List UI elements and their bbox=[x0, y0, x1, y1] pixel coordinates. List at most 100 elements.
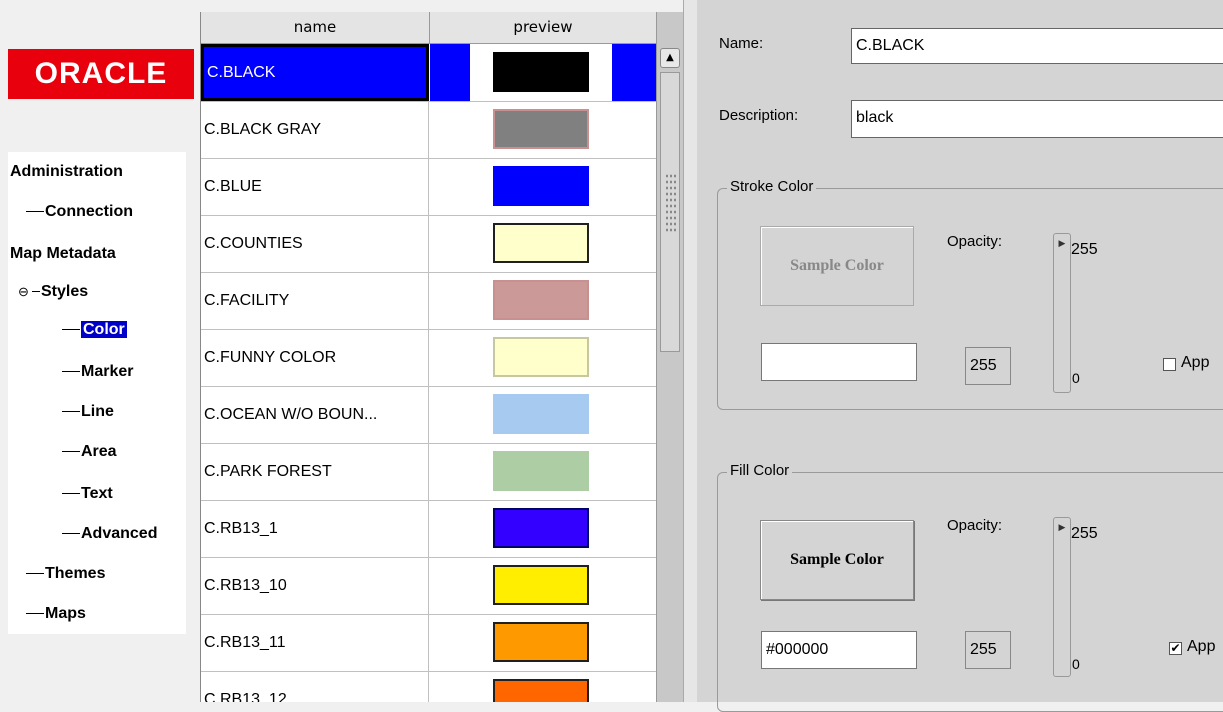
preview-cell bbox=[430, 614, 657, 671]
tree-item-label: Map Metadata bbox=[10, 245, 116, 262]
style-name-cell: C.OCEAN W/O BOUN... bbox=[201, 386, 429, 443]
stroke-opacity-label: Opacity: bbox=[947, 233, 1003, 250]
stroke-apply-label: App bbox=[1181, 354, 1210, 371]
table-row[interactable]: C.BLACK bbox=[201, 44, 657, 102]
tree-item-area[interactable]: Area bbox=[62, 440, 117, 464]
stroke-sample-color-button[interactable]: Sample Color bbox=[760, 226, 914, 306]
table-row[interactable]: C.BLACK GRAY bbox=[201, 101, 657, 159]
navigation-panel: ORACLE Administration Connection Map Met… bbox=[0, 0, 200, 702]
tree-connector bbox=[26, 613, 44, 615]
fill-sample-color-button[interactable]: Sample Color bbox=[760, 520, 914, 600]
tree-item-marker[interactable]: Marker bbox=[62, 360, 133, 384]
oracle-logo: ORACLE bbox=[8, 49, 194, 99]
navigation-tree: Administration Connection Map Metadata ⊖… bbox=[8, 152, 186, 634]
tree-item-label: Area bbox=[81, 443, 117, 460]
scrollbar-thumb[interactable] bbox=[660, 72, 680, 352]
description-label: Description: bbox=[719, 107, 799, 124]
description-field[interactable]: black bbox=[851, 100, 1223, 138]
slider-knob-icon[interactable]: ▶ bbox=[1055, 236, 1069, 250]
table-scrollbar[interactable]: ▲ bbox=[656, 12, 684, 702]
preview-cell bbox=[430, 101, 657, 158]
tree-connector bbox=[62, 533, 80, 535]
table-row[interactable]: C.OCEAN W/O BOUN... bbox=[201, 386, 657, 444]
name-field[interactable]: C.BLACK bbox=[851, 28, 1223, 64]
tree-item-connection[interactable]: Connection bbox=[26, 200, 133, 224]
color-swatch bbox=[493, 679, 589, 702]
tree-item-administration[interactable]: Administration bbox=[10, 160, 123, 184]
style-name-cell: C.RB13_10 bbox=[201, 557, 429, 614]
style-name-cell: C.COUNTIES bbox=[201, 215, 429, 272]
preview-cell bbox=[430, 500, 657, 557]
stroke-color-field[interactable] bbox=[761, 343, 917, 381]
color-swatch bbox=[493, 508, 589, 548]
table-row[interactable]: C.COUNTIES bbox=[201, 215, 657, 273]
style-name-cell: C.FACILITY bbox=[201, 272, 429, 329]
column-header-preview[interactable]: preview bbox=[430, 12, 657, 43]
fill-color-field[interactable]: #000000 bbox=[761, 631, 917, 669]
stroke-slider-max: 255 bbox=[1071, 241, 1098, 258]
preview-cell bbox=[430, 44, 657, 101]
style-name-cell: C.BLUE bbox=[201, 158, 429, 215]
preview-cell bbox=[430, 671, 657, 702]
style-name-cell: C.BLACK GRAY bbox=[201, 101, 429, 158]
scroll-up-icon[interactable]: ▲ bbox=[660, 48, 680, 68]
color-swatch bbox=[493, 166, 589, 206]
tree-item-styles[interactable]: ⊖ Styles bbox=[18, 280, 88, 304]
preview-cell bbox=[430, 215, 657, 272]
stroke-opacity-slider[interactable]: ▶ bbox=[1053, 233, 1071, 393]
preview-cell bbox=[430, 329, 657, 386]
tree-item-label: Themes bbox=[45, 565, 106, 582]
style-name-cell: C.RB13_11 bbox=[201, 614, 429, 671]
tree-item-label: Maps bbox=[45, 605, 86, 622]
preview-cell bbox=[430, 557, 657, 614]
style-name-cell: C.BLACK bbox=[201, 44, 429, 101]
color-swatch bbox=[493, 394, 589, 434]
table-row[interactable]: C.RB13_10 bbox=[201, 557, 657, 615]
fill-color-title: Fill Color bbox=[727, 462, 793, 479]
table-row[interactable]: C.PARK FOREST bbox=[201, 443, 657, 501]
tree-item-label: Styles bbox=[41, 283, 89, 300]
color-swatch bbox=[493, 337, 589, 377]
fill-opacity-label: Opacity: bbox=[947, 517, 1003, 534]
color-swatch bbox=[493, 622, 589, 662]
tree-connector bbox=[62, 329, 80, 331]
tree-item-map-metadata[interactable]: Map Metadata bbox=[10, 242, 116, 266]
fill-slider-min: 0 bbox=[1072, 656, 1080, 672]
tree-item-line[interactable]: Line bbox=[62, 400, 114, 424]
column-header-name[interactable]: name bbox=[201, 12, 430, 43]
tree-item-maps[interactable]: Maps bbox=[26, 602, 86, 626]
tree-connector bbox=[62, 371, 80, 373]
tree-item-label: Advanced bbox=[81, 525, 158, 542]
slider-knob-icon[interactable]: ▶ bbox=[1055, 520, 1069, 534]
tree-item-color[interactable]: Color bbox=[62, 318, 127, 342]
name-label: Name: bbox=[719, 35, 764, 52]
table-row[interactable]: C.RB13_11 bbox=[201, 614, 657, 672]
table-row[interactable]: C.RB13_1 bbox=[201, 500, 657, 558]
style-name-cell: C.PARK FOREST bbox=[201, 443, 429, 500]
fill-apply-checkbox[interactable]: ✔ bbox=[1169, 642, 1182, 655]
tree-item-themes[interactable]: Themes bbox=[26, 562, 105, 586]
fill-apply-label: App bbox=[1187, 638, 1216, 655]
styles-table: name preview C.BLACK C.BLACK GRAY C.BLUE C.… bbox=[200, 12, 657, 702]
table-row[interactable]: C.BLUE bbox=[201, 158, 657, 216]
collapse-icon[interactable]: ⊖ bbox=[18, 280, 32, 304]
style-name-cell: C.FUNNY COLOR bbox=[201, 329, 429, 386]
stroke-slider-min: 0 bbox=[1072, 370, 1080, 386]
color-swatch bbox=[493, 565, 589, 605]
table-row[interactable]: C.RB13_12 bbox=[201, 671, 657, 702]
style-editor-panel: Name: C.BLACK Description: black Stroke … bbox=[697, 0, 1223, 712]
color-swatch bbox=[493, 109, 589, 149]
tree-connector bbox=[62, 493, 80, 495]
tree-item-advanced[interactable]: Advanced bbox=[62, 522, 157, 546]
tree-item-label: Administration bbox=[10, 163, 123, 180]
table-row[interactable]: C.FACILITY bbox=[201, 272, 657, 330]
fill-opacity-slider[interactable]: ▶ bbox=[1053, 517, 1071, 677]
color-swatch bbox=[493, 451, 589, 491]
tree-item-text[interactable]: Text bbox=[62, 482, 113, 506]
preview-cell bbox=[430, 443, 657, 500]
fill-opacity-value: 255 bbox=[965, 631, 1011, 669]
tree-connector bbox=[62, 411, 80, 413]
stroke-color-title: Stroke Color bbox=[727, 178, 817, 195]
stroke-apply-checkbox[interactable] bbox=[1163, 358, 1176, 371]
table-row[interactable]: C.FUNNY COLOR bbox=[201, 329, 657, 387]
